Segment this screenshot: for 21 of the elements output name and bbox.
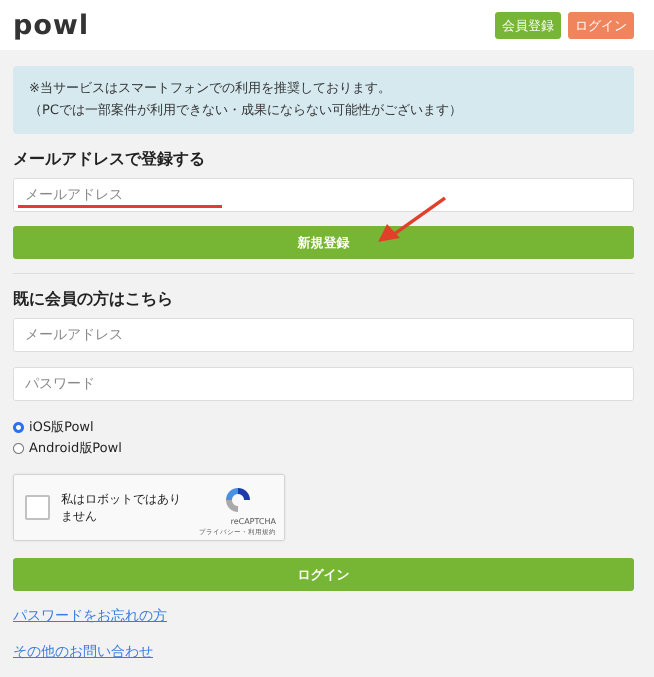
captcha-brand: reCAPTCHA [230, 517, 276, 526]
notice-banner: ※当サービスはスマートフォンでの利用を推奨しております。 （PCでは一部案件が利用できない・成果にならない可能性がございます） [13, 66, 634, 134]
logo: powl [13, 12, 90, 38]
captcha-label: 私はロボットではありません [61, 490, 182, 524]
email-field[interactable]: メールアドレス [13, 318, 634, 352]
radio-label: Android版Powl [29, 440, 122, 457]
section-heading: メールアドレスで登録する [13, 149, 206, 170]
login-button[interactable]: ログイン [568, 12, 634, 38]
email-field[interactable]: メールアドレス [13, 178, 634, 212]
help-link[interactable]: その他のお問い合わせ [13, 643, 634, 661]
register-button[interactable]: 会員登録 [495, 12, 561, 38]
radio-button[interactable] [13, 422, 24, 432]
login-button[interactable]: ログイン [13, 558, 634, 591]
annotation-arrow [378, 196, 446, 242]
register-button[interactable]: 新規登録 [13, 226, 634, 259]
radio-label: iOS版Powl [29, 419, 94, 436]
section-heading: 既に会員の方はこちら [13, 289, 174, 310]
captcha-checkbox[interactable] [25, 495, 50, 520]
radio-button[interactable] [13, 442, 24, 454]
help-link[interactable]: パスワードをお忘れの方 [13, 607, 634, 625]
password-field[interactable]: パスワード [13, 367, 634, 401]
